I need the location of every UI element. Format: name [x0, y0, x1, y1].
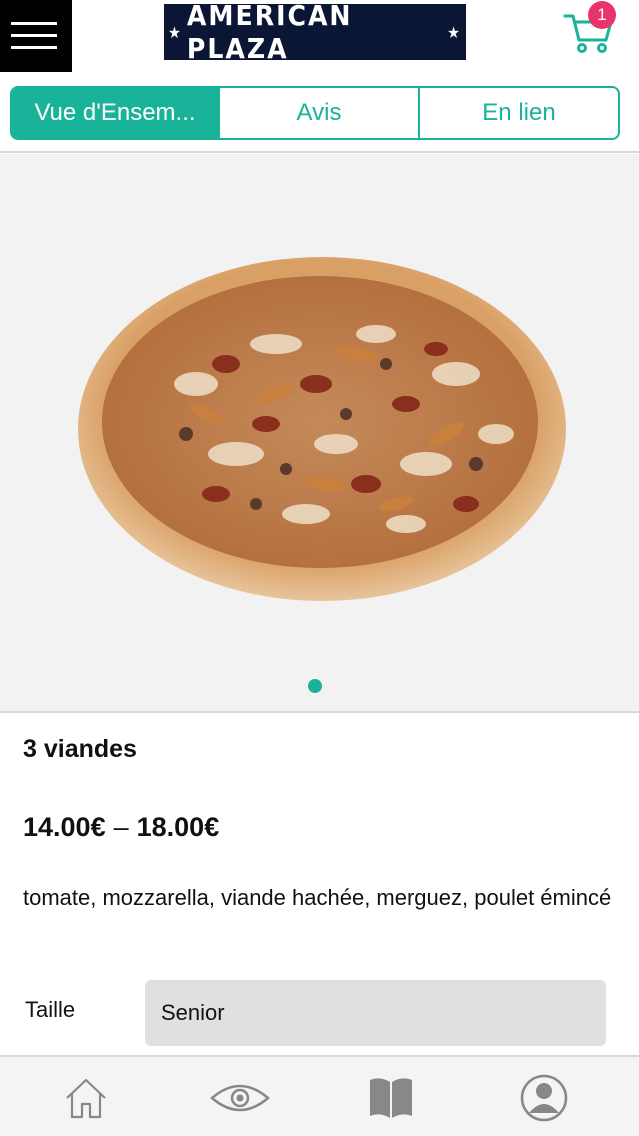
- product-title: 3 viandes: [23, 735, 137, 763]
- divider: [0, 711, 639, 713]
- nav-profile-button[interactable]: [517, 1071, 571, 1125]
- divider: [0, 151, 639, 153]
- app-header: ★ AMERICAN PLAZA ★ 1: [0, 0, 639, 74]
- size-label: Taille: [25, 997, 76, 1022]
- home-icon: [66, 1078, 106, 1119]
- hamburger-line: [11, 34, 57, 37]
- gallery-page-indicator[interactable]: [308, 679, 322, 693]
- cart-count-badge: 1: [588, 1, 616, 29]
- brand-logo[interactable]: ★ AMERICAN PLAZA ★: [164, 0, 466, 65]
- eye-icon: [210, 1084, 270, 1112]
- size-selected-value: Senior: [161, 1000, 225, 1025]
- nav-view-button[interactable]: [210, 1071, 270, 1125]
- logo-star-icon: ★: [168, 22, 183, 42]
- tab-overview[interactable]: Vue d'Ensem...: [12, 88, 218, 138]
- logo-text: AMERICAN PLAZA: [186, 0, 353, 65]
- price-min: 14.00€: [23, 812, 106, 842]
- nav-catalog-button[interactable]: [364, 1071, 418, 1125]
- menu-button[interactable]: [0, 0, 72, 72]
- logo-star-icon: ★: [447, 22, 462, 42]
- hamburger-icon: [11, 22, 57, 25]
- nav-home-button[interactable]: [59, 1071, 113, 1125]
- size-select[interactable]: Senior: [145, 980, 606, 1046]
- tab-reviews[interactable]: Avis: [218, 88, 418, 138]
- tab-related[interactable]: En lien: [418, 88, 618, 138]
- product-tabs: Vue d'Ensem... Avis En lien: [10, 86, 620, 140]
- product-description: tomate, mozzarella, viande hachée, mergu…: [23, 885, 612, 910]
- product-price-range: 14.00€ –18.00€: [23, 812, 219, 843]
- pizza-image: [78, 257, 566, 601]
- bottom-navigation: [0, 1055, 639, 1136]
- price-separator: –: [113, 812, 129, 842]
- book-icon: [370, 1078, 412, 1118]
- profile-icon: [520, 1074, 568, 1122]
- price-max: 18.00€: [136, 812, 220, 842]
- product-image-gallery[interactable]: [0, 154, 639, 712]
- hamburger-line: [11, 46, 57, 49]
